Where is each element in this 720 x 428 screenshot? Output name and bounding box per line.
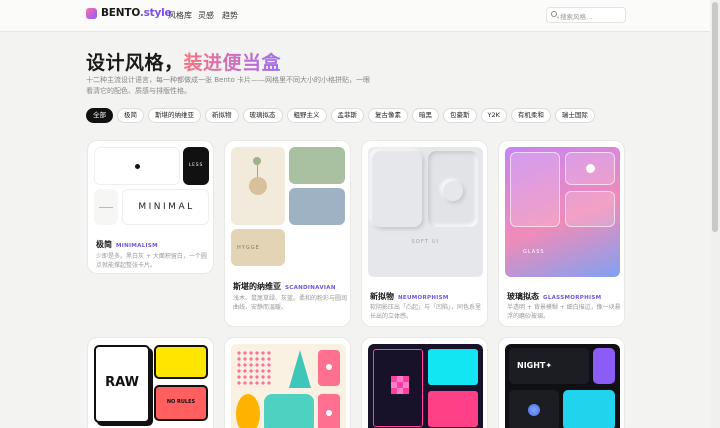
- scandi-tile-vase: [231, 147, 285, 225]
- search-icon: [551, 11, 557, 17]
- leaf-shape: [253, 157, 261, 165]
- card-description: 半透明 + 背景模糊 + 细白描边，像一块悬浮的磨砂玻璃。: [507, 304, 621, 320]
- memphis-dot: [326, 410, 332, 416]
- tile-label-glass: GLASS: [523, 249, 545, 255]
- dark-panel: NIGHT✦: [505, 344, 620, 428]
- nav-link-inspiration[interactable]: 灵感: [198, 10, 214, 21]
- glass-tile-top: [565, 152, 615, 185]
- filter-chip[interactable]: 新拟物: [205, 108, 239, 123]
- tile-label-no-rules: NO RULES: [166, 399, 196, 405]
- filter-chip[interactable]: 极简: [117, 108, 144, 123]
- memphis-pink-block: [318, 350, 340, 386]
- card-description: 软阴影压出「凸起」与「凹陷」，同色系里长出的立体感。: [370, 304, 482, 320]
- search-placeholder: 搜索风格…: [560, 13, 593, 21]
- minimal-tile-grey: [94, 189, 118, 225]
- scrollbar-thumb[interactable]: [712, 2, 718, 232]
- tile-label-soft-ui: SOFT UI: [411, 239, 440, 245]
- card-title: 玻璃拟态 GLASSMORPHISM: [507, 292, 602, 301]
- brutal-tile-red: NO RULES: [154, 385, 208, 421]
- filter-chip[interactable]: 瑞士国际: [554, 108, 595, 123]
- filter-chip[interactable]: 复古像素: [368, 108, 408, 123]
- dark-tile-orb: [509, 390, 559, 428]
- filter-chip[interactable]: Y2K: [480, 108, 507, 123]
- style-card-minimalism[interactable]: LESS MINIMAL 极简 MINIMALISM 少即是多。黑白灰 + 大面积…: [87, 140, 214, 274]
- style-card-scandinavian[interactable]: HYGGE 斯堪的纳维亚 SCANDINAVIAN 浅木、鼠尾草绿、灰蓝。柔和的粉…: [224, 140, 351, 327]
- filter-chip[interactable]: 玻璃拟态: [242, 108, 283, 123]
- glass-tile-bottom: [565, 191, 615, 227]
- tile-label-hygge: HYGGE: [237, 245, 260, 251]
- scandi-tile-sage: [289, 147, 345, 184]
- memphis-teal-block: [264, 394, 314, 428]
- vase-shape: [249, 177, 267, 195]
- tile-label-less: LESS: [188, 163, 204, 168]
- style-card-retro-pixel[interactable]: [361, 337, 488, 428]
- filter-chip[interactable]: 孟菲斯: [330, 108, 364, 123]
- memphis-panel: [231, 344, 346, 428]
- dark-tile-cyan: [563, 390, 615, 428]
- dark-tile-purple: [593, 348, 615, 384]
- style-card-glassmorphism[interactable]: GLASS 玻璃拟态 GLASSMORPHISM 半透明 + 背景模糊 + 细白描…: [498, 140, 625, 327]
- dot-shape: [135, 164, 140, 169]
- page-title: 设计风格，装进便当盒: [86, 52, 282, 74]
- neu-knob: [443, 181, 463, 201]
- memphis-oval: [236, 394, 260, 428]
- neu-raised-tile: [372, 151, 422, 227]
- top-bar: BENTO.style 风格库 灵感 趋势 搜索风格…: [0, 0, 710, 32]
- brutal-tile-yellow: [154, 345, 208, 379]
- neu-inset-tile: [428, 151, 478, 227]
- card-description: 少即是多。黑白灰 + 大面积留白，一个圆点就能撑起整张卡片。: [96, 253, 207, 269]
- card-title: 新拟物 NEUMORPHISM: [370, 292, 449, 301]
- filter-chip[interactable]: 有机柔和: [510, 108, 551, 123]
- memphis-dots: [236, 350, 272, 386]
- scandi-tile-blue: [289, 188, 345, 225]
- memphis-dot: [326, 364, 332, 370]
- dark-tile-title: NIGHT✦: [509, 348, 589, 384]
- filter-chip[interactable]: 暗黑: [412, 108, 439, 123]
- logo-icon[interactable]: [86, 8, 97, 19]
- pixel-grid: [391, 376, 409, 394]
- filter-chip[interactable]: 包豪斯: [443, 108, 477, 123]
- pixel-tile-cyan: [428, 349, 478, 385]
- glass-tile-large: [510, 152, 560, 227]
- minimal-tile-dark: LESS: [183, 147, 209, 185]
- filter-chip[interactable]: 斯堪的纳维亚: [148, 108, 201, 123]
- glass-panel: GLASS: [505, 147, 620, 277]
- style-card-neumorphism[interactable]: SOFT UI 新拟物 NEUMORPHISM 软阴影压出「凸起」与「凹陷」，同色…: [361, 140, 488, 327]
- line-shape: [99, 207, 113, 208]
- pixel-frame: [373, 349, 423, 427]
- style-card-dark[interactable]: NIGHT✦: [498, 337, 625, 428]
- glass-dot: [586, 164, 595, 173]
- minimal-tile-word: MINIMAL: [122, 189, 209, 225]
- memphis-pink-block-2: [318, 394, 340, 428]
- neu-panel: SOFT UI: [368, 147, 483, 277]
- scandi-tile-hygge: HYGGE: [231, 229, 285, 266]
- filter-chips: 全部 极简 斯堪的纳维亚 新拟物 玻璃拟态 粗野主义 孟菲斯 复古像素 暗黑 包…: [86, 108, 595, 123]
- brand-name[interactable]: BENTO.style: [101, 7, 172, 19]
- nav-link-styles[interactable]: 风格库: [168, 10, 192, 21]
- orb-shape: [528, 404, 540, 416]
- filter-chip-all[interactable]: 全部: [86, 108, 113, 123]
- pixel-tile-pink: [428, 391, 478, 427]
- style-card-brutalism[interactable]: RAW NO RULES: [87, 337, 214, 428]
- brutal-tile-raw: RAW: [94, 345, 150, 423]
- style-card-memphis[interactable]: [224, 337, 351, 428]
- card-description: 浅木、鼠尾草绿、灰蓝。柔和的粉彩与圆润曲线，安静而温暖。: [233, 295, 348, 311]
- card-title: 斯堪的纳维亚 SCANDINAVIAN: [233, 282, 336, 291]
- nav-link-trends[interactable]: 趋势: [222, 10, 238, 21]
- tile-label-minimal: MINIMAL: [138, 202, 195, 212]
- page-subtitle: 十二种主流设计语言，每一种都做成一张 Bento 卡片——网格里不同大小的小格拼…: [86, 76, 371, 95]
- pixel-panel: [368, 344, 483, 428]
- tile-label-raw: RAW: [105, 375, 139, 390]
- stem-shape: [257, 163, 258, 177]
- filter-chip[interactable]: 粗野主义: [286, 108, 327, 123]
- minimal-tile-dot: [94, 147, 180, 185]
- search-input[interactable]: 搜索风格…: [546, 7, 626, 23]
- card-title: 极简 MINIMALISM: [96, 240, 158, 249]
- tile-label-night: NIGHT✦: [517, 361, 553, 370]
- memphis-triangle: [289, 350, 311, 388]
